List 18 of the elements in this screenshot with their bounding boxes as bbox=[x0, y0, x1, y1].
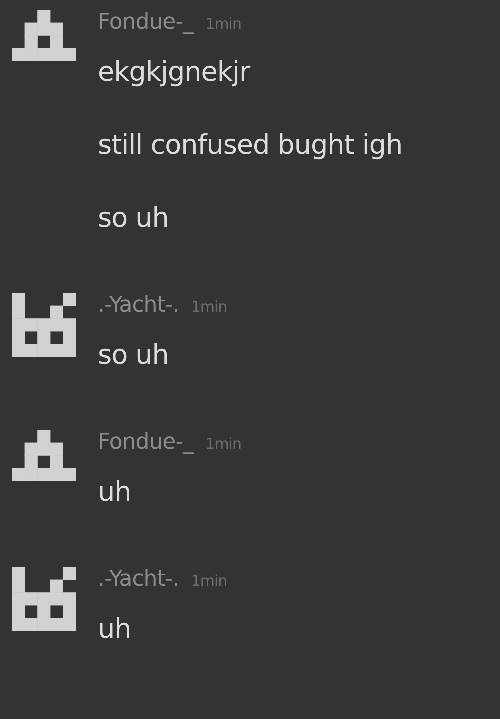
timestamp: 1min bbox=[191, 571, 228, 592]
username[interactable]: Fondue-_ bbox=[98, 6, 194, 39]
avatar-icon bbox=[12, 567, 76, 631]
message-text: uh bbox=[98, 476, 132, 510]
avatar-icon bbox=[12, 430, 76, 482]
timestamp: 1min bbox=[206, 434, 242, 455]
message-text: uh bbox=[98, 613, 132, 647]
username[interactable]: .-Yacht-. bbox=[98, 289, 180, 322]
message-text: ekgkjgnekjr bbox=[98, 56, 252, 90]
message-text: still confused bught igh bbox=[98, 129, 403, 163]
avatar-icon bbox=[12, 293, 76, 357]
avatar-icon bbox=[12, 10, 76, 62]
message-text: so uh bbox=[98, 202, 170, 236]
message-text: so uh bbox=[98, 339, 170, 373]
timestamp: 1min bbox=[191, 297, 228, 318]
timestamp: 1min bbox=[206, 14, 242, 35]
username[interactable]: .-Yacht-. bbox=[98, 563, 180, 596]
username[interactable]: Fondue-_ bbox=[98, 426, 194, 459]
